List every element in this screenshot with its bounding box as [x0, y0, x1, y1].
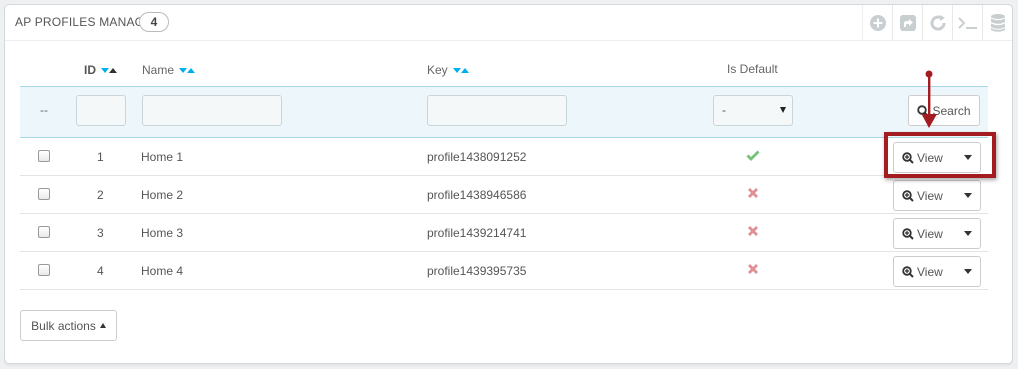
- zoom-in-icon: [902, 227, 914, 240]
- row-id: 4: [97, 264, 104, 278]
- row-id: 2: [97, 188, 104, 202]
- filter-is-default-select[interactable]: -: [713, 95, 793, 126]
- view-button[interactable]: View: [894, 219, 956, 248]
- chevron-down-icon: [964, 231, 972, 236]
- filter-name-input[interactable]: [142, 95, 282, 126]
- column-header-id[interactable]: ID: [84, 62, 118, 77]
- view-label: View: [917, 226, 943, 241]
- view-label: View: [917, 264, 943, 279]
- view-button-group: View: [893, 218, 981, 249]
- column-label-name: Name: [142, 63, 175, 77]
- chevron-down-icon: [964, 193, 972, 198]
- table-row: 2 Home 2 profile1438946586 View: [20, 176, 988, 214]
- row-id: 1: [97, 150, 104, 164]
- export-icon[interactable]: [892, 5, 922, 41]
- add-new-icon[interactable]: [862, 5, 892, 41]
- view-button[interactable]: View: [894, 257, 956, 286]
- caret-up-icon: [99, 323, 106, 328]
- row-key: profile1439214741: [427, 226, 527, 240]
- row-name: Home 2: [141, 188, 184, 202]
- dropdown-caret-icon: [780, 107, 786, 113]
- row-key: profile1439395735: [427, 264, 527, 278]
- row-actions-dropdown[interactable]: [956, 219, 980, 248]
- zoom-in-icon: [902, 189, 914, 202]
- check-icon[interactable]: [746, 148, 760, 165]
- sort-icon[interactable]: [179, 62, 196, 76]
- row-actions-dropdown[interactable]: [956, 181, 980, 210]
- row-actions-dropdown[interactable]: [956, 257, 980, 286]
- profile-count-badge: 4: [139, 12, 169, 32]
- filter-key-input[interactable]: [427, 95, 567, 126]
- row-checkbox[interactable]: [38, 150, 50, 162]
- refresh-icon[interactable]: [922, 5, 952, 41]
- panel-title: AP PROFILES MANAGE: [15, 15, 153, 29]
- bulk-actions-label: Bulk actions: [31, 318, 96, 333]
- table-row: 3 Home 3 profile1439214741 View: [20, 214, 988, 252]
- column-label-id: ID: [84, 63, 96, 77]
- row-name: Home 4: [141, 264, 184, 278]
- row-checkbox[interactable]: [38, 226, 50, 238]
- table-row: 1 Home 1 profile1438091252 View: [20, 138, 988, 176]
- sql-query-icon[interactable]: [952, 5, 982, 41]
- cross-icon[interactable]: [746, 262, 760, 279]
- bulk-actions-button[interactable]: Bulk actions: [20, 310, 117, 341]
- column-header-key[interactable]: Key: [427, 62, 470, 77]
- column-header-is-default: Is Default: [727, 62, 778, 76]
- view-button[interactable]: View: [894, 181, 956, 210]
- column-header-name[interactable]: Name: [142, 62, 196, 77]
- panel-toolbar: [862, 5, 1012, 41]
- row-key: profile1438091252: [427, 150, 527, 164]
- view-button-group: View: [893, 256, 981, 287]
- chevron-down-icon: [964, 269, 972, 274]
- filter-row: -- - Search: [20, 86, 988, 138]
- view-label: View: [917, 188, 943, 203]
- row-key: profile1438946586: [427, 188, 527, 202]
- sort-icon[interactable]: [453, 62, 470, 76]
- sql-manager-icon[interactable]: [982, 5, 1012, 41]
- filter-id-input[interactable]: [76, 95, 126, 126]
- table-row: 4 Home 4 profile1439395735 View: [20, 252, 988, 290]
- highlight-annotation: [884, 132, 996, 178]
- row-name: Home 3: [141, 226, 184, 240]
- select-value: -: [722, 103, 726, 117]
- filter-placeholder: --: [40, 103, 48, 117]
- row-checkbox[interactable]: [38, 188, 50, 200]
- column-label-key: Key: [427, 63, 448, 77]
- cross-icon[interactable]: [746, 224, 760, 241]
- row-id: 3: [97, 226, 104, 240]
- panel-heading: AP PROFILES MANAGE 4: [5, 5, 1012, 41]
- view-button-group: View: [893, 180, 981, 211]
- zoom-in-icon: [902, 265, 914, 278]
- row-checkbox[interactable]: [38, 264, 50, 276]
- cross-icon[interactable]: [746, 186, 760, 203]
- row-name: Home 1: [141, 150, 184, 164]
- sort-icon[interactable]: [101, 62, 118, 76]
- arrow-annotation-icon: [921, 70, 937, 128]
